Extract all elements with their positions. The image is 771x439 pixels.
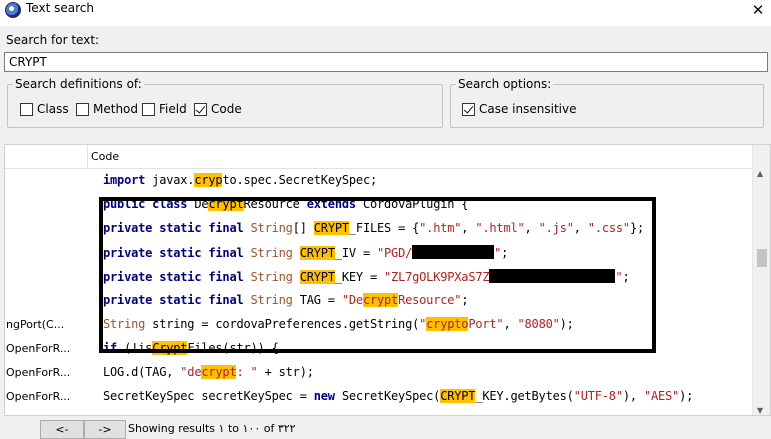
code-token: LOG.d(TAG, <box>103 365 181 379</box>
code-token: new <box>313 389 335 403</box>
title-bar: Text search ✕ <box>0 0 771 26</box>
search-options-group: Search options: Case insensitive <box>450 77 764 128</box>
field-checkbox-box[interactable] <box>142 102 155 116</box>
class-checkbox-box[interactable] <box>20 102 33 116</box>
code-token: CRYPT <box>440 389 476 403</box>
scrollbar-thumb[interactable] <box>757 249 767 267</box>
checkbox-class-label: Class <box>37 102 69 116</box>
checkbox-code[interactable]: Code <box>194 102 242 116</box>
result-code-cell: SecretKeySpec secretKeySpec = new Secret… <box>103 389 693 403</box>
search-definitions-group: Search definitions of: Class Method Fiel… <box>7 77 443 128</box>
result-code-cell: LOG.d(TAG, "decrypt: " + str); <box>103 365 314 379</box>
result-node-cell: OpenForR... <box>6 366 71 379</box>
search-options-legend: Search options: <box>456 77 554 91</box>
scroll-down-icon[interactable]: ▼ <box>757 406 763 415</box>
search-label: Search for text: <box>6 33 100 47</box>
checkbox-field[interactable]: Field <box>142 102 187 116</box>
code-token: "AES" <box>643 389 680 403</box>
code-token: + str); <box>257 365 314 379</box>
table-row[interactable]: import javax.crypto.spec.SecretKeySpec; <box>5 170 753 194</box>
checkbox-method[interactable]: Method <box>76 102 138 116</box>
search-input[interactable] <box>4 52 768 72</box>
column-header-code[interactable]: Code <box>91 150 119 163</box>
code-token: _KEY.getBytes( <box>475 389 574 403</box>
checkbox-method-label: Method <box>93 102 139 116</box>
table-row[interactable]: OpenForR... SecretKeySpec secretKeySpec =… <box>5 386 753 410</box>
code-token: SecretKeySpec( <box>334 389 441 403</box>
vertical-scrollbar[interactable]: ▲ ▼ <box>752 145 770 415</box>
checkbox-case-insensitive[interactable]: Case insensitive <box>462 102 576 116</box>
code-token: ); <box>679 389 694 403</box>
result-node-cell: OpenForR... <box>6 390 71 403</box>
code-token: ), <box>622 389 644 403</box>
next-page-button[interactable]: -> <box>84 420 126 439</box>
results-status-text: Showing results ١ to ١٠٠ of ٣٢٢ <box>128 422 296 435</box>
table-row[interactable]: OpenForR... LOG.d(TAG, "decrypt: " + str)… <box>5 362 753 386</box>
search-definitions-legend: Search definitions of: <box>13 77 144 91</box>
code-checkbox-box[interactable] <box>194 102 207 116</box>
code-token: SecretKeySpec secretKeySpec = <box>103 389 314 403</box>
results-header: Code <box>5 145 753 169</box>
footer-bar: <- -> Showing results ١ to ١٠٠ of ٣٢٢ <box>0 418 771 439</box>
code-token: "de <box>180 365 202 379</box>
code-token: crypt <box>201 365 237 379</box>
annotation-rectangle <box>99 197 656 353</box>
result-node-cell: OpenForR... <box>6 342 71 355</box>
code-token: import <box>103 173 146 187</box>
checkbox-class[interactable]: Class <box>20 102 69 116</box>
checkbox-field-label: Field <box>159 102 187 116</box>
code-token: : " <box>236 365 258 379</box>
column-divider[interactable] <box>87 145 88 169</box>
window-title: Text search <box>26 1 94 15</box>
checkbox-code-label: Code <box>211 102 242 116</box>
code-token: javax. <box>145 173 195 187</box>
app-logo-icon <box>5 2 21 18</box>
results-table[interactable]: Code import javax.crypto.spec.SecretKeyS… <box>4 144 771 416</box>
result-code-cell: import javax.crypto.spec.SecretKeySpec; <box>103 173 377 187</box>
code-token: cryp <box>194 173 223 187</box>
method-checkbox-box[interactable] <box>76 102 89 116</box>
case-insensitive-checkbox-box[interactable] <box>462 102 475 116</box>
close-button[interactable]: ✕ <box>745 0 771 22</box>
checkbox-case-insensitive-label: Case insensitive <box>479 102 577 116</box>
code-token: "UTF-8" <box>573 389 623 403</box>
result-node-cell: ngPort(C... <box>6 318 65 331</box>
previous-page-button[interactable]: <- <box>40 420 84 439</box>
code-token: to.spec.SecretKeySpec; <box>222 173 377 187</box>
scroll-up-icon[interactable]: ▲ <box>757 169 763 178</box>
